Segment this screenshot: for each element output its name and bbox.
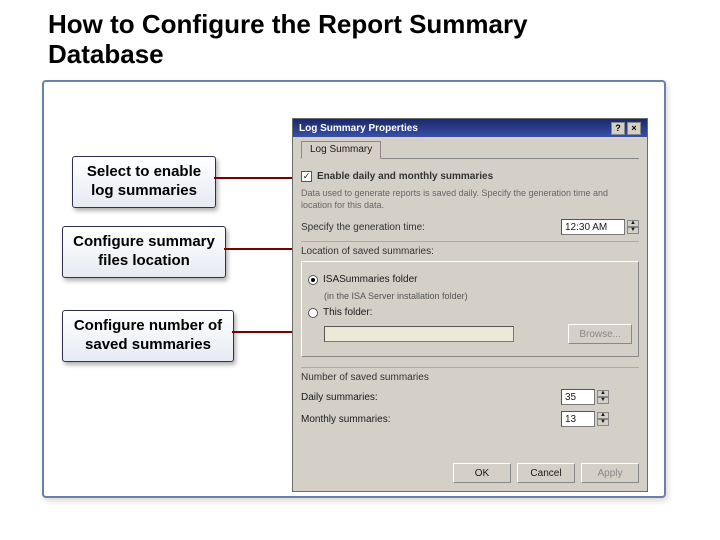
time-spinner[interactable]: ▲ ▼ (627, 220, 639, 234)
log-summary-dialog: Log Summary Properties ? × Log Summary E… (292, 118, 648, 492)
browse-button[interactable]: Browse... (568, 324, 632, 344)
ok-button[interactable]: OK (453, 463, 511, 483)
chevron-down-icon[interactable]: ▼ (627, 227, 639, 234)
chevron-up-icon[interactable]: ▲ (627, 220, 639, 227)
monthly-spinner[interactable]: ▲ ▼ (597, 412, 609, 426)
dialog-titlebar: Log Summary Properties ? × (293, 119, 647, 137)
apply-button[interactable]: Apply (581, 463, 639, 483)
callout-location: Configure summary files location (62, 226, 226, 278)
count-label: Number of saved summaries (301, 372, 639, 383)
cancel-button[interactable]: Cancel (517, 463, 575, 483)
close-icon[interactable]: × (627, 122, 641, 135)
dialog-footer: OK Cancel Apply (453, 463, 639, 483)
daily-label: Daily summaries: (301, 392, 378, 403)
radio-this-folder-label: This folder: (323, 307, 372, 318)
radio-isa-folder[interactable] (308, 275, 318, 285)
location-group: ISASummaries folder (in the ISA Server i… (301, 261, 639, 357)
dialog-title-text: Log Summary Properties (299, 123, 418, 134)
time-input[interactable]: 12:30 AM (561, 219, 625, 235)
radio-isa-folder-sub: (in the ISA Server installation folder) (324, 291, 632, 301)
monthly-input[interactable]: 13 (561, 411, 595, 427)
daily-spinner[interactable]: ▲ ▼ (597, 390, 609, 404)
monthly-label: Monthly summaries: (301, 414, 390, 425)
radio-this-folder[interactable] (308, 308, 318, 318)
data-description-text: Data used to generate reports is saved d… (301, 188, 639, 211)
chevron-up-icon[interactable]: ▲ (597, 412, 609, 419)
location-label: Location of saved summaries: (301, 246, 639, 257)
callout-count: Configure number of saved summaries (62, 310, 234, 362)
tab-log-summary[interactable]: Log Summary (301, 141, 381, 159)
chevron-down-icon[interactable]: ▼ (597, 397, 609, 404)
enable-summaries-checkbox[interactable] (301, 171, 312, 182)
time-label: Specify the generation time: (301, 222, 425, 233)
enable-summaries-label: Enable daily and monthly summaries (317, 171, 493, 182)
folder-path-input[interactable] (324, 326, 514, 342)
chevron-up-icon[interactable]: ▲ (597, 390, 609, 397)
callout-enable: Select to enable log summaries (72, 156, 216, 208)
page-title: How to Configure the Report Summary Data… (48, 10, 608, 70)
help-icon[interactable]: ? (611, 122, 625, 135)
daily-input[interactable]: 35 (561, 389, 595, 405)
tab-bar: Log Summary (301, 141, 639, 161)
chevron-down-icon[interactable]: ▼ (597, 419, 609, 426)
radio-isa-folder-label: ISASummaries folder (323, 274, 417, 285)
